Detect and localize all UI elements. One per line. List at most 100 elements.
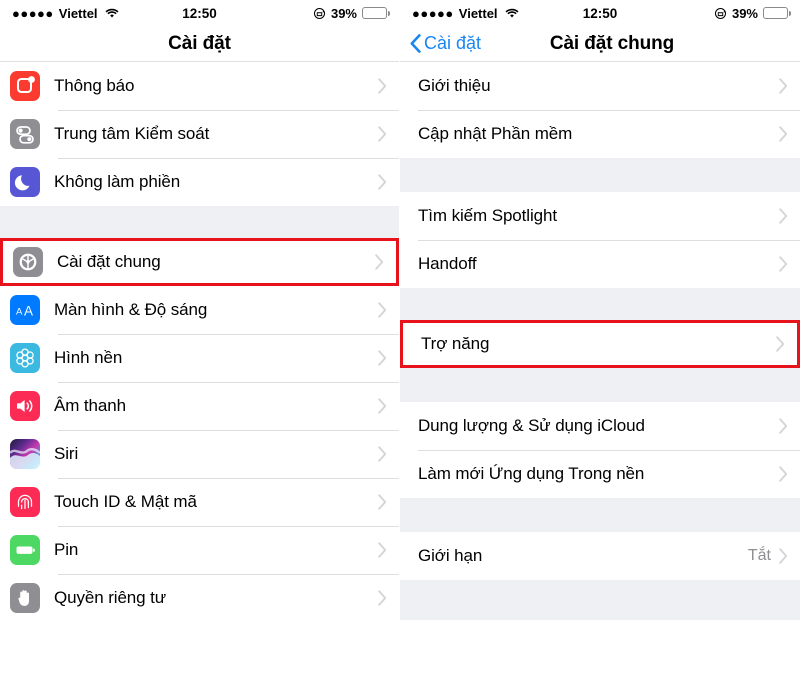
control-center-icon	[10, 119, 40, 149]
list-item-label: Màn hình & Độ sáng	[54, 300, 208, 319]
list-item-cai-dat-chung[interactable]: Cài đặt chung	[0, 238, 399, 286]
list-item-label: Giới thiệu	[418, 76, 491, 95]
list-item-label: Pin	[54, 540, 79, 559]
nav-bar-left: Cài đặt	[0, 26, 399, 62]
list-item-label: Không làm phiền	[54, 172, 181, 191]
chevron-right-icon	[779, 548, 788, 564]
settings-list-left: Thông báo Trung tâm Kiểm soát Không làm …	[0, 62, 399, 622]
list-item-dung-luong-icloud[interactable]: Dung lượng & Sử dụng iCloud	[400, 402, 800, 450]
carrier-name: Viettel	[458, 5, 498, 21]
chevron-right-icon	[378, 590, 387, 606]
chevron-right-icon	[378, 350, 387, 366]
battery-icon	[763, 7, 791, 19]
list-item-label: Siri	[54, 444, 79, 463]
wifi-icon	[105, 8, 119, 19]
notifications-icon	[10, 71, 40, 101]
status-bar-right: ●●●●● Viettel 12:50 39%	[400, 0, 800, 26]
list-item-am-thanh[interactable]: Âm thanh	[0, 382, 399, 430]
list-item-quyen-rieng-tu[interactable]: Quyền riêng tư	[0, 574, 399, 622]
svg-text:A: A	[16, 307, 23, 318]
hand-privacy-icon	[10, 583, 40, 613]
wifi-icon	[505, 8, 519, 19]
list-item-siri[interactable]: Siri	[0, 430, 399, 478]
carrier-name: Viettel	[58, 5, 98, 21]
highlight-cai-dat-chung: Cài đặt chung	[0, 238, 399, 286]
list-item-tim-kiem-spotlight[interactable]: Tìm kiếm Spotlight	[400, 192, 800, 240]
chevron-right-icon	[779, 466, 788, 482]
settings-group: Giới hạn Tắt	[400, 532, 800, 580]
do-not-disturb-moon-icon	[10, 167, 40, 197]
highlight-tro-nang: Trợ năng	[400, 320, 800, 368]
settings-group: Tìm kiếm Spotlight Handoff	[400, 192, 800, 288]
group-separator	[400, 158, 800, 192]
list-item-label: Trung tâm Kiểm soát	[54, 124, 210, 143]
list-item-tro-nang[interactable]: Trợ năng	[400, 320, 800, 368]
back-button[interactable]: Cài đặt	[400, 33, 481, 54]
list-item-value: Tắt	[747, 547, 771, 564]
list-item-label: Dung lượng & Sử dụng iCloud	[418, 416, 645, 435]
sound-speaker-icon	[10, 391, 40, 421]
group-separator	[400, 580, 800, 620]
list-item-label: Handoff	[418, 254, 477, 273]
settings-group: Giới thiệu Cập nhật Phần mềm	[400, 62, 800, 158]
chevron-right-icon	[378, 446, 387, 462]
settings-list-right: Giới thiệu Cập nhật Phần mềm Tìm kiếm Sp…	[400, 62, 800, 620]
list-item-label: Trợ năng	[421, 334, 490, 353]
list-item-pin[interactable]: Pin	[0, 526, 399, 574]
chevron-right-icon	[779, 418, 788, 434]
settings-group: Dung lượng & Sử dụng iCloud Làm mới Ứng …	[400, 402, 800, 498]
chevron-right-icon	[378, 174, 387, 190]
gear-icon	[13, 247, 43, 277]
status-bar-right-group: 39%	[313, 6, 390, 21]
list-item-touch-id-mat-ma[interactable]: Touch ID & Mật mã	[0, 478, 399, 526]
rotation-lock-icon	[714, 7, 727, 20]
chevron-right-icon	[378, 494, 387, 510]
signal-strength-dots: ●●●●●	[412, 5, 454, 21]
battery-icon	[10, 535, 40, 565]
nav-bar-right: Cài đặt Cài đặt chung	[400, 26, 800, 62]
back-button-label: Cài đặt	[424, 33, 482, 53]
right-phone-screen: ●●●●● Viettel 12:50 39% Cài đặt Cài đặt …	[400, 0, 800, 684]
status-bar-left: ●●●●● Viettel 12:50 39%	[0, 0, 399, 26]
svg-text:A: A	[24, 304, 33, 319]
chevron-right-icon	[378, 398, 387, 414]
list-item-cap-nhat-phan-mem[interactable]: Cập nhật Phần mềm	[400, 110, 800, 158]
status-bar-left-group: ●●●●● Viettel	[12, 6, 119, 21]
dual-screenshot-container: ●●●●● Viettel 12:50 39% Cài đặt Thông bá…	[0, 0, 800, 684]
chevron-right-icon	[375, 254, 384, 270]
chevron-right-icon	[378, 78, 387, 94]
list-item-gioi-han[interactable]: Giới hạn Tắt	[400, 532, 800, 580]
page-title-left: Cài đặt	[168, 32, 231, 54]
chevron-left-icon	[410, 34, 421, 53]
list-item-trung-tam-kiem-soat[interactable]: Trung tâm Kiểm soát	[0, 110, 399, 158]
fingerprint-icon	[10, 487, 40, 517]
list-item-label: Làm mới Ứng dụng Trong nền	[418, 464, 645, 483]
settings-group: Thông báo Trung tâm Kiểm soát Không làm …	[0, 62, 399, 206]
chevron-right-icon	[378, 302, 387, 318]
chevron-right-icon	[378, 126, 387, 142]
list-item-lam-moi-ung-dung[interactable]: Làm mới Ứng dụng Trong nền	[400, 450, 800, 498]
chevron-right-icon	[779, 208, 788, 224]
battery-percent-label: 39%	[731, 5, 758, 21]
settings-group: Trợ năng	[400, 320, 800, 368]
list-item-handoff[interactable]: Handoff	[400, 240, 800, 288]
list-item-label: Hình nền	[54, 348, 123, 367]
list-item-gioi-thieu[interactable]: Giới thiệu	[400, 62, 800, 110]
chevron-right-icon	[779, 78, 788, 94]
list-item-hinh-nen[interactable]: Hình nền	[0, 334, 399, 382]
wallpaper-icon	[10, 343, 40, 373]
list-item-man-hinh-do-sang[interactable]: AA Màn hình & Độ sáng	[0, 286, 399, 334]
group-separator	[400, 368, 800, 402]
group-separator	[400, 498, 800, 532]
signal-strength-dots: ●●●●●	[12, 5, 54, 21]
chevron-right-icon	[776, 336, 785, 352]
list-item-label: Âm thanh	[54, 396, 126, 415]
list-item-khong-lam-phien[interactable]: Không làm phiền	[0, 158, 399, 206]
group-separator	[0, 206, 399, 238]
list-item-thong-bao[interactable]: Thông báo	[0, 62, 399, 110]
chevron-right-icon	[779, 256, 788, 272]
list-item-label: Thông báo	[54, 76, 135, 95]
list-item-label: Cập nhật Phần mềm	[418, 124, 573, 143]
status-bar-left-group: ●●●●● Viettel	[412, 6, 519, 21]
chevron-right-icon	[378, 542, 387, 558]
